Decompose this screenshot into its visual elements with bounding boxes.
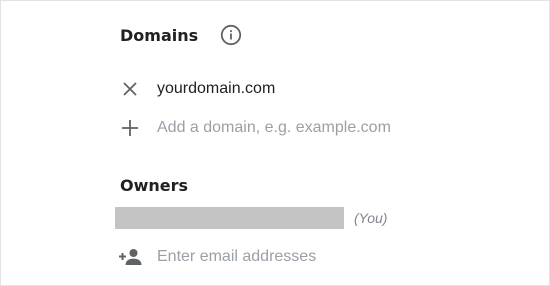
add-owner-email-input[interactable] — [157, 248, 477, 266]
dialog-panel: Domains yourdomain.com Owners (You) — [0, 0, 550, 286]
info-circle-icon[interactable] — [220, 24, 242, 46]
add-domain-input[interactable] — [157, 119, 477, 137]
domain-value: yourdomain.com — [157, 80, 276, 97]
redacted-owner-name — [115, 207, 344, 229]
domains-heading: Domains — [120, 26, 199, 45]
plus-icon[interactable] — [119, 117, 141, 139]
current-user-label: (You) — [354, 210, 388, 226]
person-add-icon[interactable] — [118, 246, 144, 268]
close-icon[interactable] — [119, 78, 141, 100]
owners-heading: Owners — [120, 176, 189, 195]
